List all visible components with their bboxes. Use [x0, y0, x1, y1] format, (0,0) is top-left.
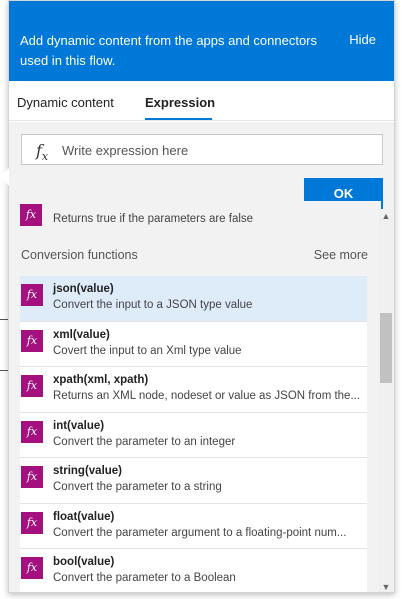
function-description: Returns an XML node, nodeset or value as…: [53, 390, 361, 402]
function-list: fx json(value) Convert the input to a JS…: [20, 276, 367, 592]
background-divider: [0, 319, 8, 320]
expression-field[interactable]: fx: [21, 134, 383, 165]
tab-bar: Dynamic content Expression: [9, 81, 394, 121]
function-name: string(value): [53, 465, 123, 477]
scrollbar-thumb[interactable]: [380, 313, 392, 383]
function-icon: fx: [21, 511, 43, 534]
chevron-up-icon[interactable]: ▲: [378, 209, 394, 223]
function-name: json(value): [53, 283, 114, 295]
chevron-down-icon[interactable]: ▼: [378, 580, 394, 592]
function-description: Returns true if the parameters are false: [53, 213, 254, 225]
function-icon: fx: [21, 329, 43, 352]
tab-dynamic-content[interactable]: Dynamic content: [17, 95, 114, 110]
function-description: Convert the parameter to a string: [53, 481, 222, 493]
function-description: Convert the input to a JSON type value: [53, 299, 253, 311]
function-description: Covert the input to an Xml type value: [53, 344, 242, 357]
function-icon: fx: [21, 466, 43, 488]
function-description: Convert the parameter argument to a floa…: [53, 526, 347, 539]
function-item-float[interactable]: fx float(value) Convert the parameter ar…: [20, 503, 367, 549]
section-title: Conversion functions: [21, 248, 138, 262]
expression-input[interactable]: [62, 140, 372, 160]
function-item-bool[interactable]: fx bool(value) Convert the parameter to …: [20, 549, 367, 592]
hide-button[interactable]: Hide: [349, 32, 376, 47]
function-name: int(value): [53, 419, 105, 432]
popup-caret: [0, 168, 9, 186]
tab-expression[interactable]: Expression: [145, 95, 215, 110]
function-item-int[interactable]: fx int(value) Convert the parameter to a…: [20, 412, 367, 458]
function-description: Convert the parameter to an integer: [53, 435, 236, 448]
header-description: Add dynamic content from the apps and co…: [20, 33, 318, 68]
dynamic-content-panel: Add dynamic content from the apps and co…: [8, 0, 395, 593]
function-item-string[interactable]: fx string(value) Convert the parameter t…: [20, 458, 367, 504]
function-icon: fx: [21, 284, 43, 306]
vertical-scrollbar[interactable]: ▲ ▼: [378, 209, 394, 592]
function-icon: fx: [21, 557, 43, 579]
function-list-area: fx Returns true if the parameters are fa…: [9, 201, 381, 592]
function-item-xpath[interactable]: fx xpath(xml, xpath) Returns an XML node…: [20, 367, 367, 413]
function-name: xpath(xml, xpath): [53, 374, 149, 386]
list-item[interactable]: fx Returns true if the parameters are fa…: [19, 201, 379, 231]
function-description: Convert the parameter to a Boolean: [53, 572, 236, 584]
function-item-xml[interactable]: fx xml(value) Covert the input to an Xml…: [20, 321, 367, 367]
function-icon: fx: [21, 375, 43, 397]
function-item-json[interactable]: fx json(value) Convert the input to a JS…: [20, 276, 367, 322]
active-tab-indicator: [145, 118, 212, 120]
function-icon: fx: [20, 204, 42, 226]
see-more-link[interactable]: See more: [314, 248, 368, 262]
panel-header: Add dynamic content from the apps and co…: [9, 1, 394, 81]
function-icon: fx: [21, 420, 43, 443]
function-name: xml(value): [53, 328, 110, 341]
function-name: float(value): [53, 510, 115, 523]
function-name: bool(value): [53, 556, 115, 568]
background-divider: [0, 370, 8, 371]
fx-icon: fx: [36, 141, 49, 164]
